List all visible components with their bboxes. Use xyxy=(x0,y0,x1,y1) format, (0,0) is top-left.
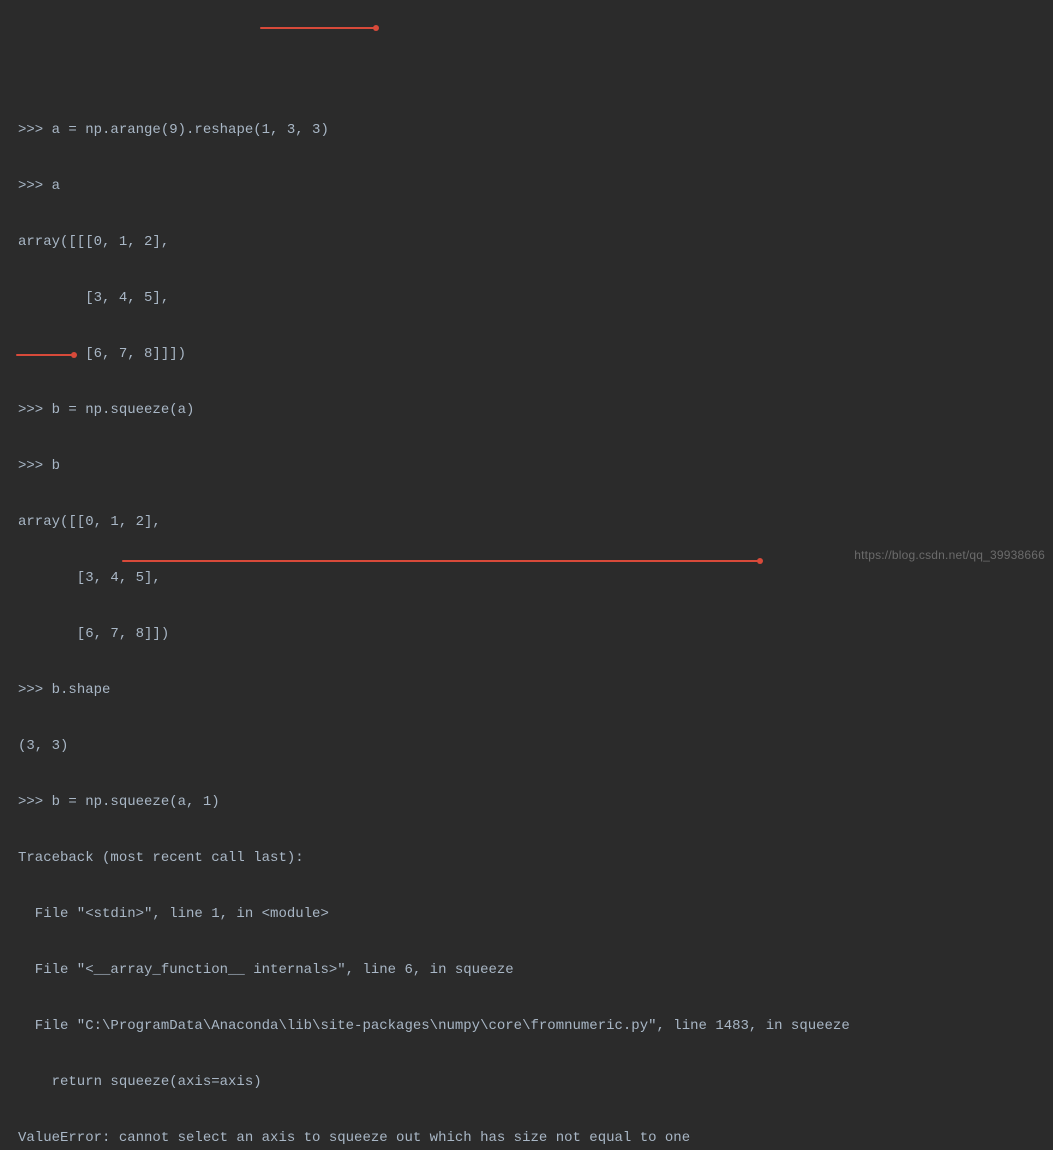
output-text: [3, 4, 5], xyxy=(18,290,169,306)
prompt: >>> xyxy=(18,178,52,194)
terminal-line: return squeeze(axis=axis) xyxy=(18,1068,1053,1096)
code-text: a xyxy=(52,178,60,194)
code-text: b xyxy=(52,458,60,474)
terminal-line: (3, 3) xyxy=(18,732,1053,760)
output-text: File "<stdin>", line 1, in <module> xyxy=(18,906,329,922)
output-text: ValueError: cannot select an axis to squ… xyxy=(18,1130,690,1146)
terminal-line: [3, 4, 5], xyxy=(18,284,1053,312)
terminal-line: File "<stdin>", line 1, in <module> xyxy=(18,900,1053,928)
output-text: [6, 7, 8]]) xyxy=(18,626,169,642)
annotation-underline xyxy=(260,27,378,29)
prompt: >>> xyxy=(18,794,52,810)
output-text: return squeeze(axis=axis) xyxy=(18,1074,262,1090)
output-text: File "<__array_function__ internals>", l… xyxy=(18,962,514,978)
code-text: b.shape xyxy=(52,682,111,698)
output-text: array([[0, 1, 2], xyxy=(18,514,161,530)
code-text: b = np.squeeze(a, 1) xyxy=(52,794,220,810)
output-text: array([[[0, 1, 2], xyxy=(18,234,169,250)
terminal-line: >>> b.shape xyxy=(18,676,1053,704)
output-text: (3, 3) xyxy=(18,738,68,754)
terminal-line: >>> b = np.squeeze(a, 1) xyxy=(18,788,1053,816)
output-text: File "C:\ProgramData\Anaconda\lib\site-p… xyxy=(18,1018,850,1034)
annotation-underline xyxy=(16,354,76,356)
terminal-line: array([[[0, 1, 2], xyxy=(18,228,1053,256)
output-text: [3, 4, 5], xyxy=(18,570,161,586)
code-text: b = np.squeeze(a) xyxy=(52,402,195,418)
output-text: Traceback (most recent call last): xyxy=(18,850,304,866)
code-text: a = np.arange(9).reshape(1, 3, 3) xyxy=(52,122,329,138)
terminal-line: [6, 7, 8]]]) xyxy=(18,340,1053,368)
terminal-line: >>> b = np.squeeze(a) xyxy=(18,396,1053,424)
terminal-line: array([[0, 1, 2], xyxy=(18,508,1053,536)
terminal-line: File "C:\ProgramData\Anaconda\lib\site-p… xyxy=(18,1012,1053,1040)
terminal-line: >>> a = np.arange(9).reshape(1, 3, 3) xyxy=(18,116,1053,144)
terminal-line: >>> a xyxy=(18,172,1053,200)
annotation-underline xyxy=(122,560,762,562)
terminal-line: File "<__array_function__ internals>", l… xyxy=(18,956,1053,984)
prompt: >>> xyxy=(18,402,52,418)
prompt: >>> xyxy=(18,122,52,138)
terminal-line: >>> b xyxy=(18,452,1053,480)
terminal-line: ValueError: cannot select an axis to squ… xyxy=(18,1124,1053,1150)
watermark-text: https://blog.csdn.net/qq_39938666 xyxy=(854,541,1045,569)
terminal-line: [6, 7, 8]]) xyxy=(18,620,1053,648)
prompt: >>> xyxy=(18,458,52,474)
terminal-line: Traceback (most recent call last): xyxy=(18,844,1053,872)
prompt: >>> xyxy=(18,682,52,698)
